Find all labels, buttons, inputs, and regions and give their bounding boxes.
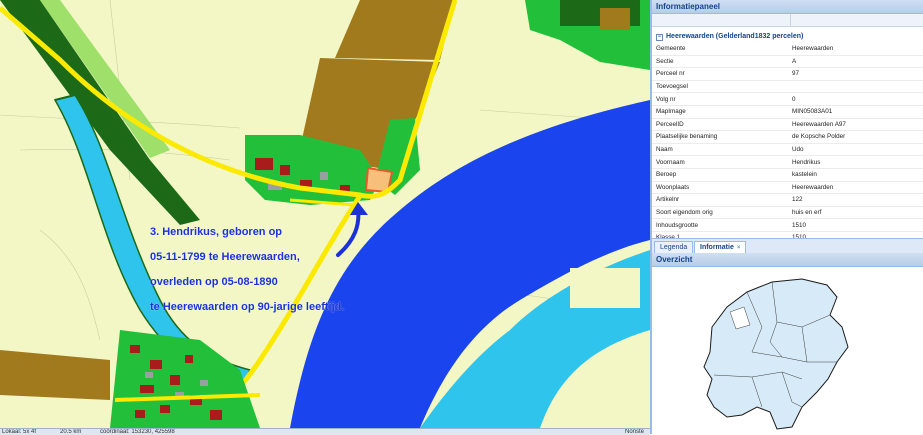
property-key: Naam — [652, 143, 788, 157]
status-left: Lokaal: 5x 4f — [2, 429, 37, 435]
property-row[interactable]: Inhoudsgrootte 1510 — [652, 218, 923, 232]
property-value: kastelein — [788, 168, 923, 182]
status-coordinates: coördinaat: 153230, 425598 — [100, 429, 175, 435]
property-row[interactable]: Naam Udo — [652, 143, 923, 157]
tab-label: Informatie — [700, 244, 734, 251]
property-key: Woonplaats — [652, 181, 788, 195]
tab-close-icon[interactable]: × — [737, 245, 741, 251]
annotation-line: 05-11-1799 te Heerewaarden, — [150, 250, 300, 263]
property-value: 97 — [788, 67, 923, 81]
property-value: 122 — [788, 193, 923, 207]
property-value: Heerewaarden — [788, 43, 923, 56]
building — [255, 158, 273, 170]
brown-plot-ne — [600, 8, 630, 30]
building — [280, 165, 290, 175]
property-row[interactable]: Beroep kastelein — [652, 168, 923, 182]
overview-title: Overzicht — [652, 253, 923, 267]
panel-toolbar — [652, 14, 923, 27]
panel-title: Informatiepaneel — [652, 0, 923, 14]
floodplain-plot — [570, 268, 640, 308]
property-row[interactable]: Plaatselijke benaming de Kopsche Polder — [652, 130, 923, 144]
property-key: Plaatselijke benaming — [652, 130, 788, 144]
property-key: Toevoegsel — [652, 80, 788, 94]
property-row[interactable]: Toevoegsel — [652, 80, 923, 94]
property-row[interactable]: MapImage MIN05083A01 — [652, 105, 923, 119]
property-value: A — [788, 55, 923, 69]
panel-tabs: Legenda Informatie × — [652, 239, 923, 254]
property-key: Soort eigendom orig — [652, 206, 788, 220]
group-header[interactable]: − Heerewaarden (Gelderland1832 percelen) — [656, 33, 923, 41]
property-key: MapImage — [652, 105, 788, 119]
property-row[interactable]: PerceelID Heerewaarden A97 — [652, 118, 923, 132]
annotation-line: overleden op 05-08-1890 — [150, 275, 278, 288]
property-key: Voornaam — [652, 155, 788, 169]
map-view[interactable]: 3. Hendrikus, geboren op 05-11-1799 te H… — [0, 0, 650, 428]
property-value: Hendrikus — [788, 155, 923, 169]
status-right: Nonste — [625, 429, 645, 435]
property-key: Beroep — [652, 168, 788, 182]
property-value: Heerewaarden — [788, 181, 923, 195]
property-row[interactable]: Perceel nr 97 — [652, 67, 923, 81]
property-row[interactable]: Voornaam Hendrikus — [652, 155, 923, 169]
overview-panel: Overzicht — [652, 253, 923, 434]
map-annotation: 3. Hendrikus, geboren op 05-11-1799 te H… — [150, 213, 370, 326]
property-key: Perceel nr — [652, 67, 788, 81]
property-row[interactable]: Artikelnr 122 — [652, 193, 923, 207]
annotation-line: 3. Hendrikus, geboren op — [150, 225, 283, 238]
property-value — [788, 80, 923, 94]
property-row[interactable]: Volg nr 0 — [652, 92, 923, 106]
building — [320, 172, 328, 180]
property-row[interactable]: Gemeente Heerewaarden — [652, 43, 923, 56]
property-value: MIN05083A01 — [788, 105, 923, 119]
property-key: Artikelnr — [652, 193, 788, 207]
property-row[interactable]: Klasse 1 1510 — [652, 231, 923, 238]
tab-legenda[interactable]: Legenda — [654, 241, 694, 253]
property-key: Inhoudsgrootte — [652, 218, 788, 232]
property-key: Klasse 1 — [652, 231, 788, 238]
property-key: PerceelID — [652, 118, 788, 132]
property-row[interactable]: Soort eigendom orig huis en erf — [652, 206, 923, 220]
property-row[interactable]: Sectie A — [652, 55, 923, 69]
property-key: Volg nr — [652, 92, 788, 106]
property-row[interactable]: Woonplaats Heerewaarden — [652, 181, 923, 195]
property-value: 0 — [788, 92, 923, 106]
info-panel: Informatiepaneel − Heerewaarden (Gelderla… — [650, 0, 923, 434]
tab-informatie[interactable]: Informatie × — [694, 241, 747, 253]
collapse-icon[interactable]: − — [656, 34, 663, 41]
info-area[interactable]: − Heerewaarden (Gelderland1832 percelen) … — [652, 27, 923, 239]
property-value: huis en erf — [788, 206, 923, 220]
property-value: 1510 — [788, 218, 923, 232]
property-table: Gemeente Heerewaarden Sectie A Perceel nr 97 T… — [652, 43, 923, 238]
property-value: 1510 — [788, 231, 923, 238]
status-scale: 20.5 km — [60, 429, 82, 435]
property-key: Gemeente — [652, 43, 788, 56]
property-key: Sectie — [652, 55, 788, 69]
annotation-line: te Heerewaarden op 90-jarige leeftijd. — [150, 301, 345, 314]
property-value: Heerewaarden A97 — [788, 118, 923, 132]
toolbar-divider — [790, 14, 791, 26]
netherlands-overview-map[interactable] — [652, 267, 923, 434]
property-value: de Kopsche Polder — [788, 130, 923, 144]
group-title: Heerewaarden (Gelderland1832 percelen) — [666, 33, 804, 40]
tab-label: Legenda — [660, 244, 688, 251]
property-value: Udo — [788, 143, 923, 157]
